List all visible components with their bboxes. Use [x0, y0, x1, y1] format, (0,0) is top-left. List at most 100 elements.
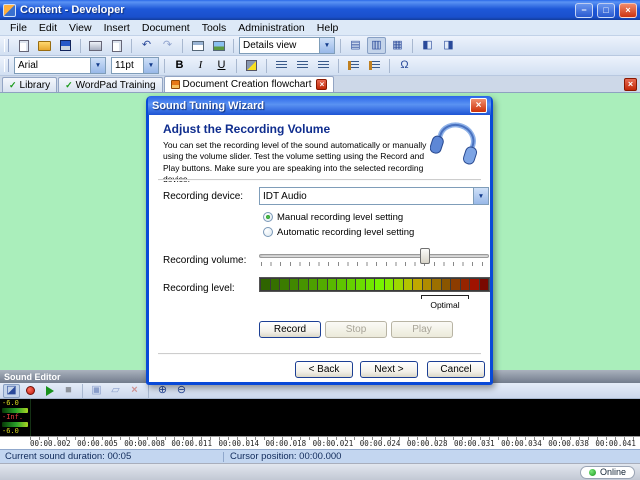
print-button[interactable]: [86, 37, 105, 54]
next-button[interactable]: Next >: [360, 361, 418, 378]
align-right-button[interactable]: [314, 57, 333, 74]
level-meter-segment: [375, 279, 384, 290]
save-button[interactable]: [56, 37, 75, 54]
menu-item-view[interactable]: View: [63, 22, 98, 34]
play-button[interactable]: Play: [391, 321, 453, 338]
waveform-canvas[interactable]: [30, 399, 640, 436]
font-combo[interactable]: Arial ▼: [14, 57, 106, 74]
redo-icon: ↷: [162, 39, 173, 51]
full-screen-button[interactable]: ◨: [439, 37, 458, 54]
italic-button[interactable]: I: [191, 57, 210, 74]
tab-close-button[interactable]: ×: [316, 79, 328, 90]
sound-tuning-wizard-dialog: Sound Tuning Wizard × Adjust the Recordi…: [146, 96, 493, 385]
dock-panel-button[interactable]: ◪: [3, 383, 20, 398]
toolbar-separator: [164, 58, 165, 73]
level-meter-segment: [413, 279, 422, 290]
back-button[interactable]: < Back: [295, 361, 353, 378]
stop-button[interactable]: Stop: [325, 321, 387, 338]
new-document-icon: [18, 39, 29, 52]
main-toolbar-right: ▤ ▥ ▦ ◧ ◨: [337, 37, 458, 54]
close-pane-button[interactable]: ×: [624, 78, 637, 91]
stop-sound-button[interactable]: ■: [60, 384, 77, 398]
zoom-in-button[interactable]: ⊕: [154, 384, 171, 398]
main-toolbar: ↶ ↷ Details view ▼ ▤ ▥ ▦ ◧ ◨: [0, 36, 640, 56]
sound-editor-title: Sound Editor: [4, 371, 61, 382]
view-list-button[interactable]: ▤: [346, 37, 365, 54]
menu-item-file[interactable]: File: [4, 22, 33, 34]
copy-sound-button[interactable]: ▱: [107, 384, 124, 398]
menu-item-document[interactable]: Document: [136, 22, 196, 34]
play-sound-button[interactable]: [41, 384, 58, 398]
redo-button[interactable]: ↷: [158, 37, 177, 54]
level-meter-segment: [318, 279, 327, 290]
new-document-button[interactable]: [14, 37, 33, 54]
menu-item-tools[interactable]: Tools: [196, 22, 233, 34]
delete-sound-button[interactable]: ×: [126, 384, 143, 398]
timeline-label: 00:00.005: [77, 439, 118, 448]
record-button[interactable]: Record: [259, 321, 321, 338]
view-details-button[interactable]: ▥: [367, 37, 386, 54]
scale-label-bottom: -6.0: [2, 427, 19, 435]
bullet-list-button[interactable]: [365, 57, 384, 74]
chevron-down-icon: ▼: [473, 188, 488, 204]
dialog-close-button[interactable]: ×: [470, 98, 487, 113]
maximize-button[interactable]: □: [597, 2, 615, 18]
toolbar-separator: [80, 38, 81, 53]
title-bar: Content - Developer − □ ×: [0, 0, 640, 20]
level-meter-segment: [384, 279, 393, 290]
cancel-button[interactable]: Cancel: [427, 361, 485, 378]
menubar: File Edit View Insert Document Tools Administr…: [0, 20, 640, 36]
headphones-icon: [430, 122, 478, 165]
minimize-button[interactable]: −: [575, 2, 593, 18]
recording-device-combo[interactable]: IDT Audio ▼: [259, 187, 489, 205]
bullet-list-icon: [369, 61, 380, 70]
volume-slider-thumb[interactable]: [419, 248, 430, 264]
radio-automatic-recording-level-setting[interactable]: Automatic recording level setting: [263, 226, 414, 238]
print-preview-button[interactable]: [107, 37, 126, 54]
dialog-title-bar[interactable]: Sound Tuning Wizard ×: [148, 96, 491, 115]
numbered-list-button[interactable]: [344, 57, 363, 74]
tab-wordpad-training[interactable]: ✓ WordPad Training: [58, 77, 163, 92]
tab-document-creation-flowchart[interactable]: Document Creation flowchart ×: [163, 76, 335, 92]
close-window-button[interactable]: ×: [619, 2, 637, 18]
highlight-button[interactable]: [242, 57, 261, 74]
menu-item-insert[interactable]: Insert: [98, 22, 136, 34]
toolbar-separator: [131, 38, 132, 53]
menu-item-help[interactable]: Help: [311, 22, 345, 34]
open-folder-button[interactable]: [35, 37, 54, 54]
online-status[interactable]: Online: [579, 465, 635, 479]
undo-button[interactable]: ↶: [137, 37, 156, 54]
recording-volume-slider[interactable]: [259, 245, 489, 269]
insert-table-icon: [191, 40, 204, 51]
play-sound-icon: [45, 385, 54, 396]
split-view-button[interactable]: ◧: [418, 37, 437, 54]
save-sound-button[interactable]: ▣: [88, 384, 105, 398]
insert-table-button[interactable]: [188, 37, 207, 54]
main-toolbar-left: ↶ ↷: [14, 37, 237, 54]
insert-image-button[interactable]: [209, 37, 228, 54]
record-sound-button[interactable]: [22, 384, 39, 398]
menu-item-administration[interactable]: Administration: [232, 22, 311, 34]
bold-button[interactable]: B: [170, 57, 189, 74]
recording-volume-label: Recording volume:: [163, 255, 247, 266]
level-meter-segment: [308, 279, 317, 290]
timeline-label: 00:00.034: [501, 439, 542, 448]
separator: [158, 179, 481, 181]
view-thumbnails-button[interactable]: ▦: [388, 37, 407, 54]
details-view-combo[interactable]: Details view ▼: [239, 37, 335, 54]
toolbar-separator: [266, 58, 267, 73]
recording-device-value: IDT Audio: [263, 190, 307, 202]
align-center-button[interactable]: [293, 57, 312, 74]
underline-button[interactable]: U: [212, 57, 231, 74]
menu-item-edit[interactable]: Edit: [33, 22, 63, 34]
insert-symbol-button[interactable]: Ω: [395, 57, 414, 74]
level-scale: -6.0 -Inf. -6.0: [0, 399, 30, 436]
font-size-combo[interactable]: 11pt ▼: [111, 57, 159, 74]
bottom-bar: Online: [0, 463, 640, 480]
waveform-area[interactable]: -6.0 -Inf. -6.0: [0, 399, 640, 436]
zoom-out-button[interactable]: ⊖: [173, 384, 190, 398]
document-area[interactable]: Sound Tuning Wizard × Adjust the Recordi…: [0, 93, 640, 385]
tab-library[interactable]: ✓ Library: [2, 77, 58, 92]
align-left-button[interactable]: [272, 57, 291, 74]
radio-manual-recording-level-setting[interactable]: Manual recording level setting: [263, 211, 414, 223]
